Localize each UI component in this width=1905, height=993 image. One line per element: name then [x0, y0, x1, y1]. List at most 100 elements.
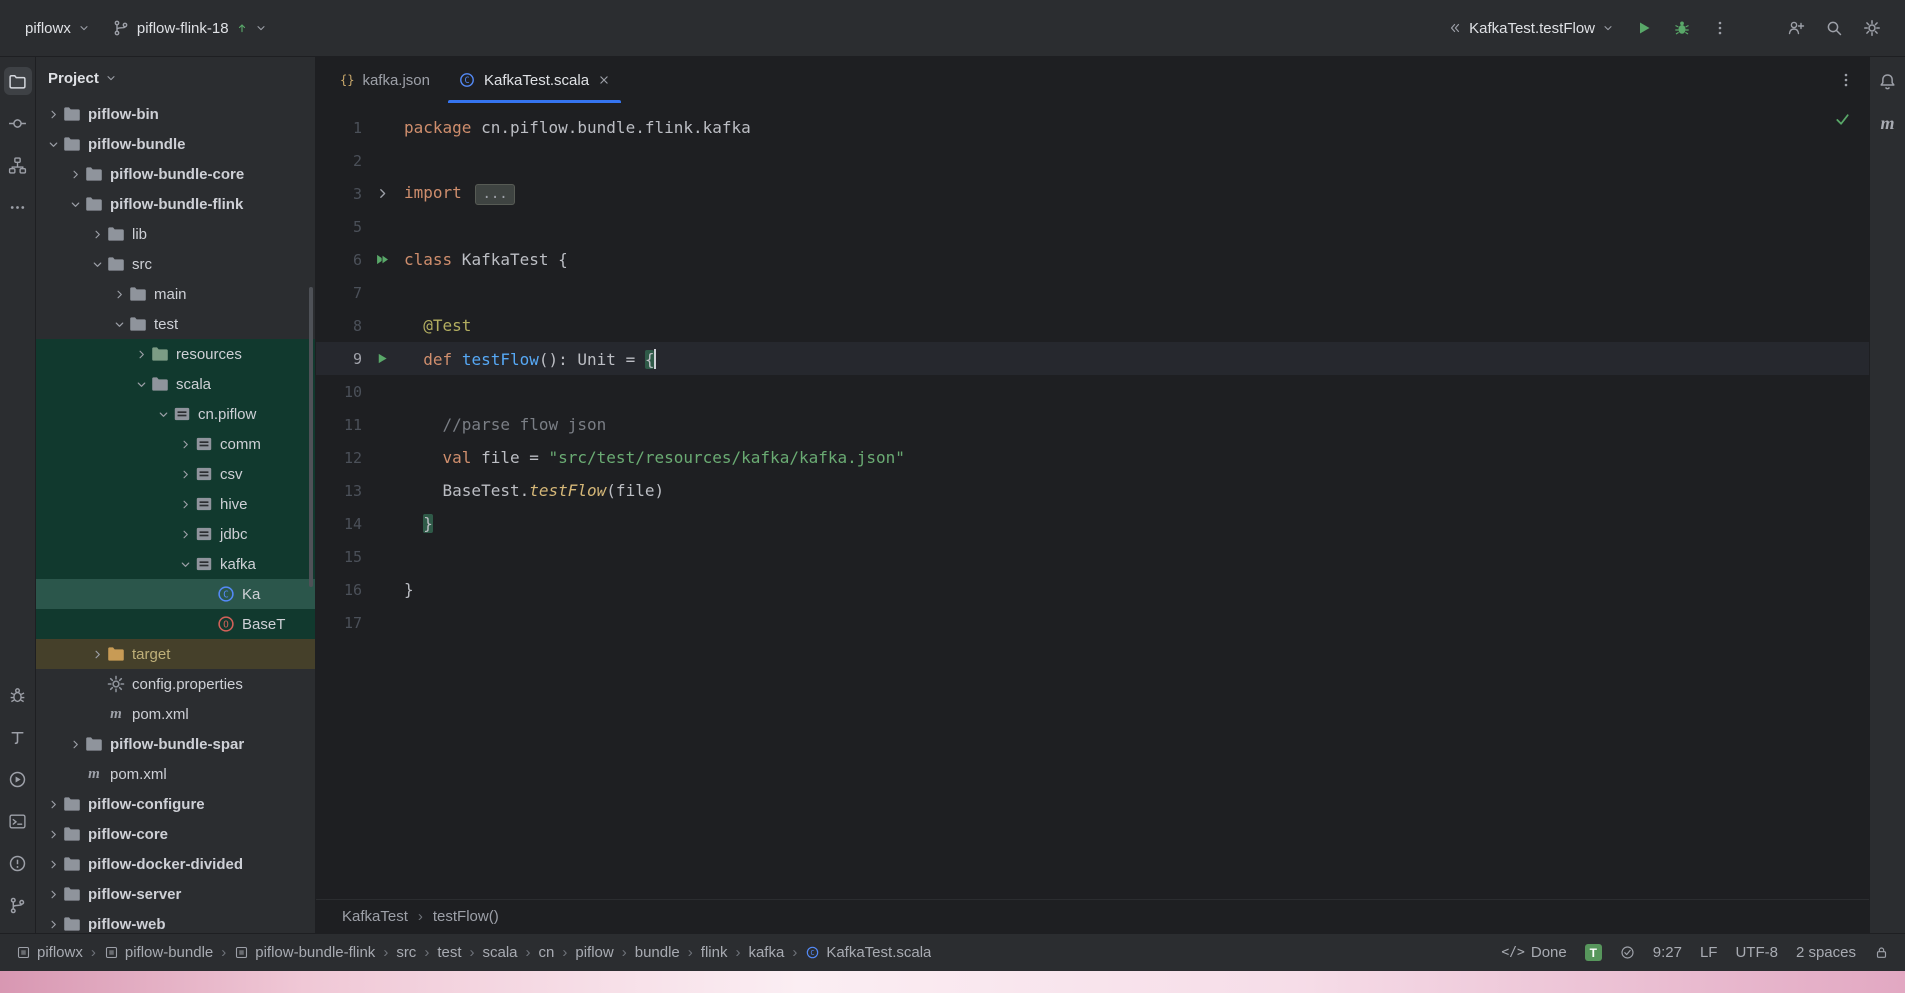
caret-position[interactable]: 9:27 — [1653, 944, 1682, 961]
tree-item-piflow-web[interactable]: piflow-web — [36, 909, 315, 933]
search-everywhere-button[interactable] — [1817, 11, 1851, 45]
code-line-14[interactable]: 14 } — [316, 507, 1869, 540]
tree-item-pom-xml[interactable]: m pom.xml — [36, 759, 315, 789]
tree-chevron-icon[interactable] — [66, 738, 84, 751]
folded-region[interactable]: ... — [475, 183, 515, 205]
nav-path-item[interactable]: piflowx — [16, 944, 83, 961]
line-number[interactable]: 5 — [316, 218, 366, 236]
build-icon[interactable] — [4, 723, 32, 751]
line-number[interactable]: 9 — [316, 350, 366, 368]
tree-item-comm[interactable]: comm — [36, 429, 315, 459]
tree-chevron-icon[interactable] — [88, 258, 106, 271]
version-control-icon[interactable] — [4, 891, 32, 919]
debug-button[interactable] — [1665, 11, 1699, 45]
tree-chevron-icon[interactable] — [176, 468, 194, 481]
line-number[interactable]: 13 — [316, 482, 366, 500]
nav-path-item[interactable]: test — [437, 944, 461, 961]
close-icon[interactable] — [597, 73, 611, 87]
code-with-me-button[interactable] — [1779, 11, 1813, 45]
tree-item-kafka[interactable]: kafka — [36, 549, 315, 579]
tree-item-piflow-bundle-spar[interactable]: piflow-bundle-spar — [36, 729, 315, 759]
tree-item-piflow-docker-divided[interactable]: piflow-docker-divided — [36, 849, 315, 879]
line-number[interactable]: 15 — [316, 548, 366, 566]
debug-icon[interactable] — [4, 681, 32, 709]
tree-chevron-icon[interactable] — [88, 648, 106, 661]
project-scrollbar[interactable] — [309, 287, 313, 587]
code-line-2[interactable]: 2 — [316, 144, 1869, 177]
tree-item-piflow-bin[interactable]: piflow-bin — [36, 99, 315, 129]
more-tools-icon[interactable] — [4, 193, 32, 221]
code-line-11[interactable]: 11 //parse flow json — [316, 408, 1869, 441]
file-encoding[interactable]: UTF-8 — [1735, 944, 1778, 961]
tab-options-kebab-icon[interactable] — [1837, 71, 1855, 89]
commit-icon[interactable] — [4, 109, 32, 137]
run-button[interactable] — [1627, 11, 1661, 45]
code-line-15[interactable]: 15 — [316, 540, 1869, 573]
tree-item-main[interactable]: main — [36, 279, 315, 309]
tree-chevron-icon[interactable] — [44, 828, 62, 841]
nav-path-item[interactable]: src — [396, 944, 416, 961]
line-number[interactable]: 3 — [316, 185, 366, 203]
tree-item-src[interactable]: src — [36, 249, 315, 279]
tree-item-scala[interactable]: scala — [36, 369, 315, 399]
tree-chevron-icon[interactable] — [176, 438, 194, 451]
nav-path-item[interactable]: scala — [483, 944, 518, 961]
tree-item-piflow-bundle-core[interactable]: piflow-bundle-core — [36, 159, 315, 189]
code-line-13[interactable]: 13 BaseTest.testFlow(file) — [316, 474, 1869, 507]
tree-item-piflow-configure[interactable]: piflow-configure — [36, 789, 315, 819]
tree-chevron-icon[interactable] — [132, 348, 150, 361]
tree-chevron-icon[interactable] — [110, 288, 128, 301]
run-icon[interactable] — [4, 765, 32, 793]
project-panel-header[interactable]: Project — [36, 57, 315, 99]
tree-item-piflow-server[interactable]: piflow-server — [36, 879, 315, 909]
tree-chevron-icon[interactable] — [44, 888, 62, 901]
code-line-6[interactable]: 6 class KafkaTest { — [316, 243, 1869, 276]
line-number[interactable]: 17 — [316, 614, 366, 632]
check-indicator[interactable] — [1620, 945, 1635, 960]
line-number[interactable]: 12 — [316, 449, 366, 467]
tree-chevron-icon[interactable] — [66, 198, 84, 211]
tree-chevron-icon[interactable] — [88, 228, 106, 241]
nav-path-item[interactable]: C KafkaTest.scala — [805, 944, 931, 961]
line-number[interactable]: 8 — [316, 317, 366, 335]
code-line-9[interactable]: 9 def testFlow(): Unit = { — [316, 342, 1869, 375]
code-line-1[interactable]: 1 package cn.piflow.bundle.flink.kafka — [316, 111, 1869, 144]
code-line-8[interactable]: 8 @Test — [316, 309, 1869, 342]
tree-item-target[interactable]: target — [36, 639, 315, 669]
line-separator[interactable]: LF — [1700, 944, 1718, 961]
tree-chevron-icon[interactable] — [44, 918, 62, 931]
nav-path-item[interactable]: kafka — [748, 944, 784, 961]
code-editor[interactable]: 1 package cn.piflow.bundle.flink.kafka 2 3 i… — [316, 103, 1869, 899]
line-number[interactable]: 7 — [316, 284, 366, 302]
tree-chevron-icon[interactable] — [44, 108, 62, 121]
maven-tool-icon[interactable]: m — [1874, 109, 1902, 137]
nav-path-item[interactable]: bundle — [635, 944, 680, 961]
breadcrumb-item[interactable]: KafkaTest — [342, 908, 408, 925]
code-line-3[interactable]: 3 import ... — [316, 177, 1869, 210]
editor-tab-kafka-json[interactable]: {} kafka.json — [326, 57, 444, 103]
indent-style[interactable]: 2 spaces — [1796, 944, 1856, 961]
code-line-5[interactable]: 5 — [316, 210, 1869, 243]
code-line-12[interactable]: 12 val file = "src/test/resources/kafka/… — [316, 441, 1869, 474]
tree-item-config-properties[interactable]: config.properties — [36, 669, 315, 699]
translate-badge[interactable]: T — [1584, 944, 1602, 961]
branch-widget[interactable]: piflow-flink-18 — [103, 13, 276, 43]
tree-item-jdbc[interactable]: jdbc — [36, 519, 315, 549]
inspections-ok-icon[interactable] — [1834, 111, 1851, 133]
nav-path-item[interactable]: flink — [701, 944, 728, 961]
settings-button[interactable] — [1855, 11, 1889, 45]
tree-item-hive[interactable]: hive — [36, 489, 315, 519]
nav-path-item[interactable]: piflow-bundle — [104, 944, 213, 961]
breadcrumb-item[interactable]: testFlow() — [433, 908, 499, 925]
structure-icon[interactable] — [4, 151, 32, 179]
nav-path-item[interactable]: cn — [539, 944, 555, 961]
tree-chevron-icon[interactable] — [66, 168, 84, 181]
tree-item-pom-xml[interactable]: m pom.xml — [36, 699, 315, 729]
readonly-toggle[interactable] — [1874, 945, 1889, 960]
project-switcher[interactable]: piflowx — [16, 14, 99, 43]
tree-item-csv[interactable]: csv — [36, 459, 315, 489]
tree-chevron-icon[interactable] — [110, 318, 128, 331]
run-configuration-widget[interactable]: KafkaTest.testFlow — [1439, 14, 1623, 43]
tree-item-lib[interactable]: lib — [36, 219, 315, 249]
tree-chevron-icon[interactable] — [132, 378, 150, 391]
